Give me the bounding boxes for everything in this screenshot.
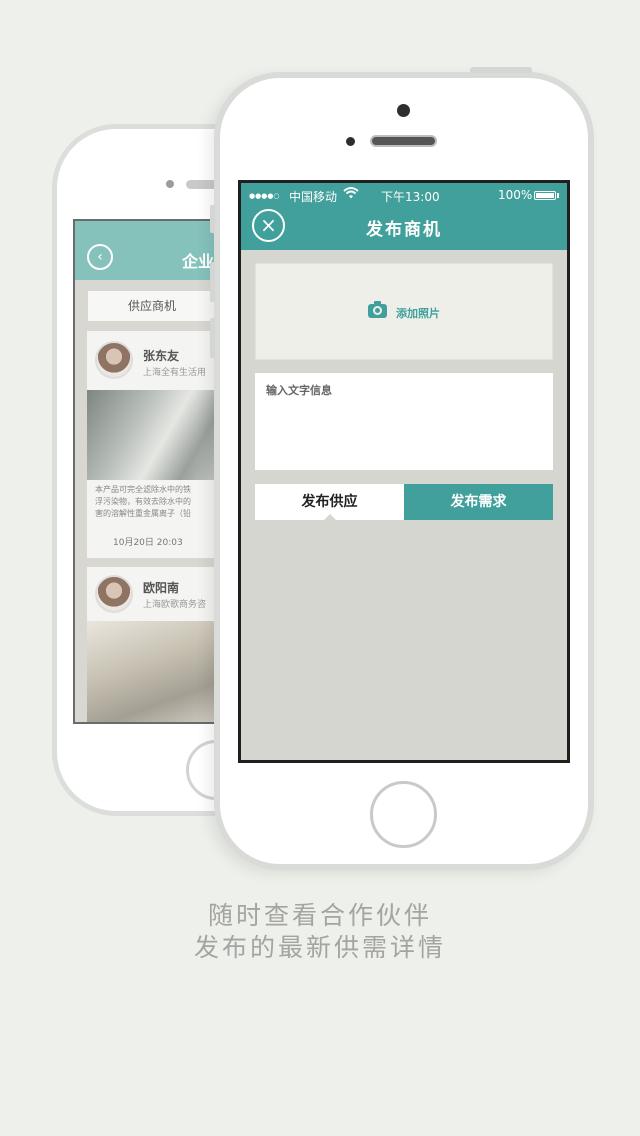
avatar: [95, 341, 133, 379]
app-screen: ●●●●○ 中国移动 下午13:00 100% × 发布商机 添加照片 输入文字…: [238, 180, 570, 763]
page-title: 发布商机: [366, 220, 442, 240]
battery-tip: [557, 193, 559, 198]
active-tab-caret: [324, 514, 336, 520]
status-bar: ●●●●○ 中国移动 下午13:00 100%: [241, 183, 567, 207]
back-card-photo: [87, 621, 223, 722]
back-phone-camera: [166, 180, 174, 188]
back-card-desc: 本产品可完全滤除水中的铁 浮污染物，有效去除水中的 害的溶解性重金属离子（铅: [95, 485, 191, 518]
camera-icon: [368, 301, 387, 318]
signal-icon: ●●●●○: [249, 192, 280, 200]
add-photo-label: 添加照片: [396, 307, 440, 320]
earpiece-speaker: [370, 135, 437, 147]
back-card-company: 上海欧歌商务咨: [143, 600, 207, 610]
caption-line-1: 随时查看合作伙伴: [207, 901, 432, 930]
back-phone-screen: ‹ 企业 供应商机 张东友 上海全有生活用 本产品可完全滤除水中的铁 浮污染物，…: [73, 219, 225, 724]
caption-line-2: 发布的最新供需详情: [193, 933, 446, 962]
power-button: [470, 67, 532, 73]
back-card-name: 张东友: [143, 349, 180, 363]
back-card-2: 欧阳南 上海欧歌商务咨: [87, 567, 223, 622]
text-input-placeholder: 输入文字信息: [266, 384, 332, 397]
battery-percent: 100%: [498, 188, 533, 202]
mute-switch: [210, 205, 215, 233]
back-card-company: 上海全有生活用: [143, 368, 207, 378]
volume-down-button: [210, 318, 215, 358]
wifi-icon: [343, 186, 359, 203]
tab-publish-demand[interactable]: 发布需求: [404, 484, 553, 520]
text-input[interactable]: 输入文字信息: [255, 373, 553, 470]
add-photo-button[interactable]: 添加照片: [255, 263, 553, 360]
clock: 下午13:00: [381, 190, 440, 204]
carrier-label: 中国移动: [289, 190, 338, 204]
home-button[interactable]: [370, 781, 437, 848]
back-arrow-icon: ‹: [87, 244, 113, 270]
back-card-photo: [87, 390, 223, 480]
front-camera: [397, 104, 410, 117]
volume-up-button: [210, 262, 215, 302]
battery-icon: [534, 191, 556, 200]
back-tab-supply: 供应商机: [88, 291, 223, 321]
back-card-name: 欧阳南: [143, 581, 180, 595]
back-card-1: 张东友 上海全有生活用: [87, 331, 223, 391]
battery-fill: [536, 193, 554, 198]
back-card-time: 10月20日 20:03: [113, 538, 183, 548]
proximity-sensor: [346, 137, 355, 146]
avatar: [95, 575, 133, 613]
